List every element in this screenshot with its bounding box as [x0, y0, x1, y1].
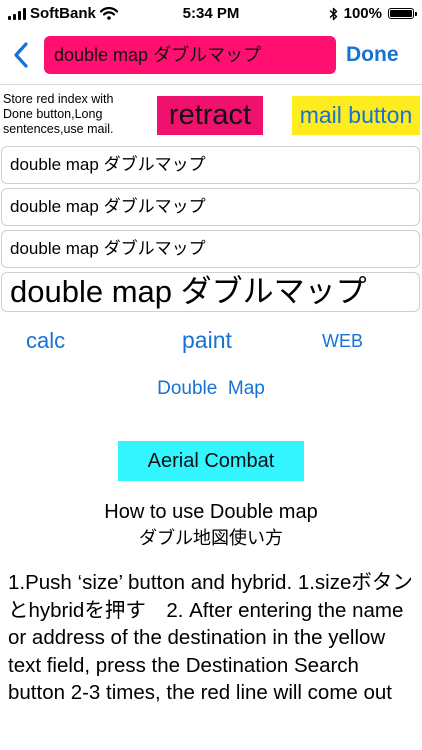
instructions-text: 1.Push ‘size’ button and hybrid. 1.sizeボ…: [8, 571, 413, 704]
paint-button[interactable]: paint: [182, 327, 232, 354]
back-button[interactable]: [10, 40, 34, 70]
title-text-field[interactable]: double map ダブルマップ: [44, 36, 336, 74]
text-field-2[interactable]: double map ダブルマップ: [1, 188, 420, 226]
text-field-large[interactable]: double map ダブルマップ: [1, 272, 420, 312]
text-field-3[interactable]: double map ダブルマップ: [1, 230, 420, 268]
aerial-combat-button[interactable]: Aerial Combat: [118, 441, 304, 481]
bluetooth-icon: [329, 7, 337, 20]
battery-cap: [415, 12, 417, 16]
chevron-left-icon: [14, 42, 28, 68]
info-label: Store red index with Done button,Long se…: [3, 92, 114, 136]
double-map-button[interactable]: Double Map: [0, 378, 422, 400]
howto-subtitle: ダブル地図使い方: [139, 528, 283, 548]
status-right: 100%: [329, 5, 417, 22]
howto-title: How to use Double map: [104, 501, 318, 523]
battery-percent: 100%: [343, 5, 382, 22]
retract-button[interactable]: retract: [157, 96, 263, 135]
done-button[interactable]: Done: [346, 43, 399, 67]
nav-bar: double map ダブルマップ Done: [0, 28, 422, 85]
calc-button[interactable]: calc: [26, 328, 65, 354]
battery-icon: [388, 8, 417, 19]
status-bar: SoftBank 5:34 PM 100%: [0, 0, 422, 28]
mail-button[interactable]: mail button: [292, 96, 420, 135]
text-field-1[interactable]: double map ダブルマップ: [1, 146, 420, 184]
battery-fill: [390, 10, 412, 17]
web-button[interactable]: WEB: [322, 331, 363, 352]
